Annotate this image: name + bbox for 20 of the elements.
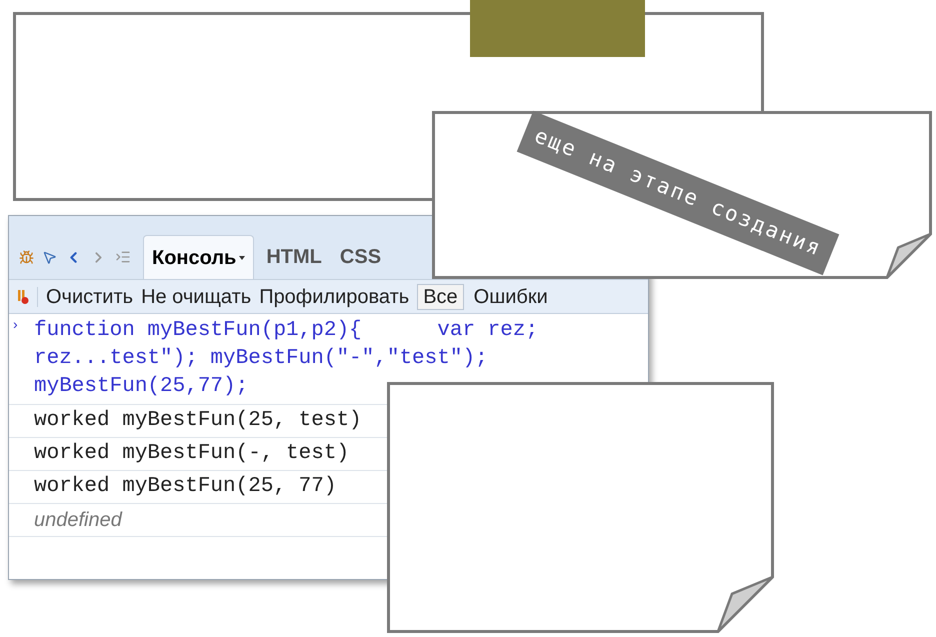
panel-tab[interactable]: HTML (260, 235, 328, 279)
code-line: rez...test"); myBestFun("-","test"); (34, 346, 488, 372)
pause-icon[interactable] (17, 288, 29, 304)
log-text: worked myBestFun(25, 77) (34, 474, 336, 500)
pointer-icon[interactable] (42, 250, 57, 264)
log-text: worked myBestFun(-, test) (34, 441, 350, 468)
log-text: worked myBestFun(25, test) (34, 408, 362, 434)
toolbar-button[interactable]: Не очищать (141, 282, 252, 312)
code-line: function myBestFun(p1,p2){ var rez; (34, 318, 538, 344)
bug-icon[interactable] (19, 250, 34, 264)
toolbar-button[interactable]: Профилировать (259, 282, 410, 312)
panel-tab[interactable]: Консоль (143, 235, 254, 279)
result-text: undefined (34, 508, 122, 533)
filter-button[interactable]: Ошибки (472, 284, 550, 308)
panel-tab[interactable]: CSS (334, 235, 388, 279)
filter-button[interactable]: Все (417, 284, 464, 310)
toolbar-button[interactable]: Очистить (46, 282, 134, 312)
multiline-icon[interactable] (115, 249, 131, 265)
prompt-icon: › (13, 314, 18, 335)
code-line: myBestFun(25,77); (34, 374, 248, 400)
